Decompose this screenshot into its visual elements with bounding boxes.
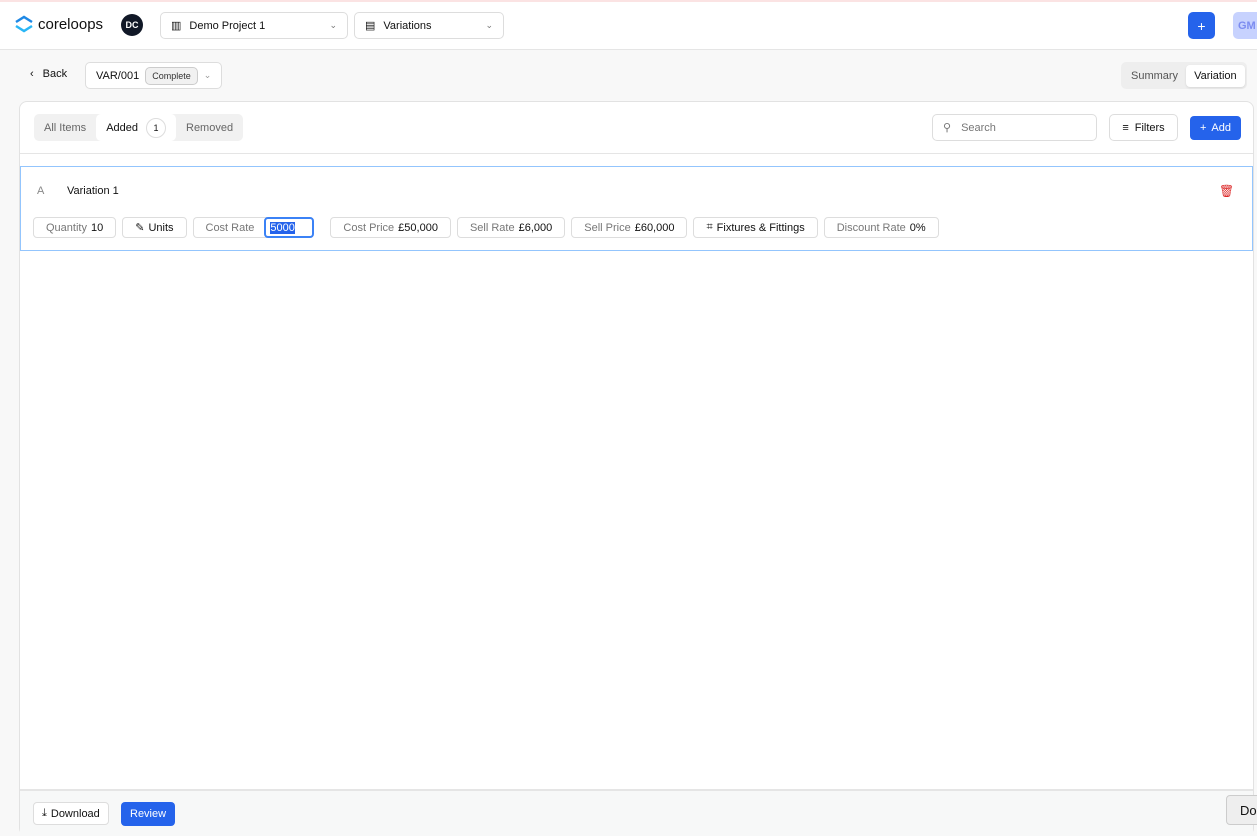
ruler-icon: ✎ (135, 222, 145, 234)
search-placeholder: Search (961, 121, 996, 134)
add-label: Add (1211, 122, 1231, 134)
filter-icon: ≡ (1122, 121, 1129, 134)
building-icon: ▥ (171, 20, 182, 32)
variation-item[interactable] (20, 166, 1253, 251)
download-icon: ⤓ (42, 807, 47, 819)
unit-field[interactable]: ✎ Units (122, 217, 187, 238)
chevron-down-icon: ⌄ (203, 70, 212, 80)
item-name[interactable]: Variation 1 (67, 185, 119, 197)
module-select[interactable]: ▤ Variations ⌄ (354, 12, 504, 39)
field-value: Fixtures & Fittings (716, 221, 805, 234)
field-value: 0% (909, 221, 926, 234)
tab-all-items[interactable]: All Items (34, 114, 96, 141)
tab-label: All Items (44, 121, 87, 134)
logo-icon (15, 15, 33, 33)
field-label: Sell Rate (469, 221, 515, 234)
scan-icon: ⌗ (706, 221, 713, 233)
search-input[interactable]: ⚲ Search (932, 114, 1097, 141)
field-value: £60,000 (634, 221, 675, 234)
download-label: Download (50, 807, 100, 820)
count-badge: 1 (146, 117, 166, 138)
field-value: £6,000 (518, 221, 553, 234)
search-icon: ⚲ (943, 122, 952, 134)
download-button[interactable]: ⤓ Download (33, 802, 109, 825)
variation-select[interactable]: VAR/001 Complete ⌄ (85, 62, 223, 89)
field-label: Discount Rate (836, 221, 906, 234)
item-tabs: All Items Added 1 Removed (34, 114, 244, 141)
divider (20, 153, 1253, 154)
footer (20, 789, 1253, 836)
project-select[interactable]: ▥ Demo Project 1 ⌄ (160, 12, 348, 39)
plus-icon: + (1197, 17, 1206, 34)
trash-icon[interactable]: 🗑 (1219, 184, 1234, 198)
create-button[interactable]: + (1188, 12, 1215, 39)
sell-price-field[interactable]: Sell Price £60,000 (571, 217, 688, 238)
tab-added[interactable]: Added 1 (96, 114, 176, 141)
discount-field[interactable]: Discount Rate 0% (823, 217, 939, 238)
tab-summary[interactable]: Summary (1123, 65, 1186, 87)
filters-button[interactable]: ≡ Filters (1109, 114, 1178, 141)
chevron-down-icon: ⌄ (329, 20, 337, 30)
variation-code: VAR/001 (96, 69, 140, 82)
document-icon: ▤ (365, 20, 376, 32)
chevron-down-icon: ⌄ (485, 20, 493, 30)
cost-price-field[interactable]: Cost Price £50,000 (330, 217, 451, 238)
tab-label: Removed (186, 121, 234, 134)
project-label: Demo Project 1 (189, 19, 266, 32)
field-label: Cost Price (343, 221, 395, 234)
status-badge: Complete (145, 66, 198, 85)
cost-rate-field[interactable]: Cost Rate 5000 (192, 217, 315, 238)
tab-label: Added (106, 121, 138, 134)
plus-icon: + (1199, 122, 1207, 134)
overlay-button[interactable]: Do (1226, 795, 1257, 825)
item-letter: A (37, 185, 45, 197)
field-value: 10 (90, 221, 104, 234)
field-value: £50,000 (398, 221, 438, 234)
back-button[interactable]: ‹ Back (30, 68, 67, 80)
field-label: Quantity (46, 221, 87, 234)
field-label: Sell Price (584, 221, 631, 234)
filters-label: Filters (1134, 121, 1165, 134)
cost-rate-input[interactable]: 5000 (264, 217, 315, 238)
module-label: Variations (383, 19, 432, 32)
selected-text: 5000 (270, 221, 295, 234)
category-field[interactable]: ⌗ Fixtures & Fittings (693, 217, 818, 238)
field-value: Units (148, 221, 174, 234)
field-label: Cost Rate (205, 221, 255, 234)
chevron-left-icon: ‹ (30, 68, 34, 80)
review-button[interactable]: Review (121, 802, 176, 826)
tab-variation[interactable]: Variation (1186, 64, 1245, 87)
back-label: Back (42, 68, 68, 80)
user-avatar[interactable]: GM (1233, 12, 1257, 39)
workspace-avatar[interactable]: DC (121, 14, 143, 36)
add-button[interactable]: + Add (1190, 116, 1241, 140)
sell-rate-field[interactable]: Sell Rate £6,000 (456, 217, 566, 238)
item-fields: Quantity 10 ✎ Units Cost Rate 5000 Cost Pri… (33, 217, 939, 238)
tab-removed[interactable]: Removed (176, 114, 243, 141)
brand-name: coreloops (38, 15, 104, 33)
logo[interactable]: coreloops (14, 15, 103, 33)
quantity-field[interactable]: Quantity 10 (33, 217, 117, 238)
view-toggle: Summary Variation (1121, 62, 1247, 89)
